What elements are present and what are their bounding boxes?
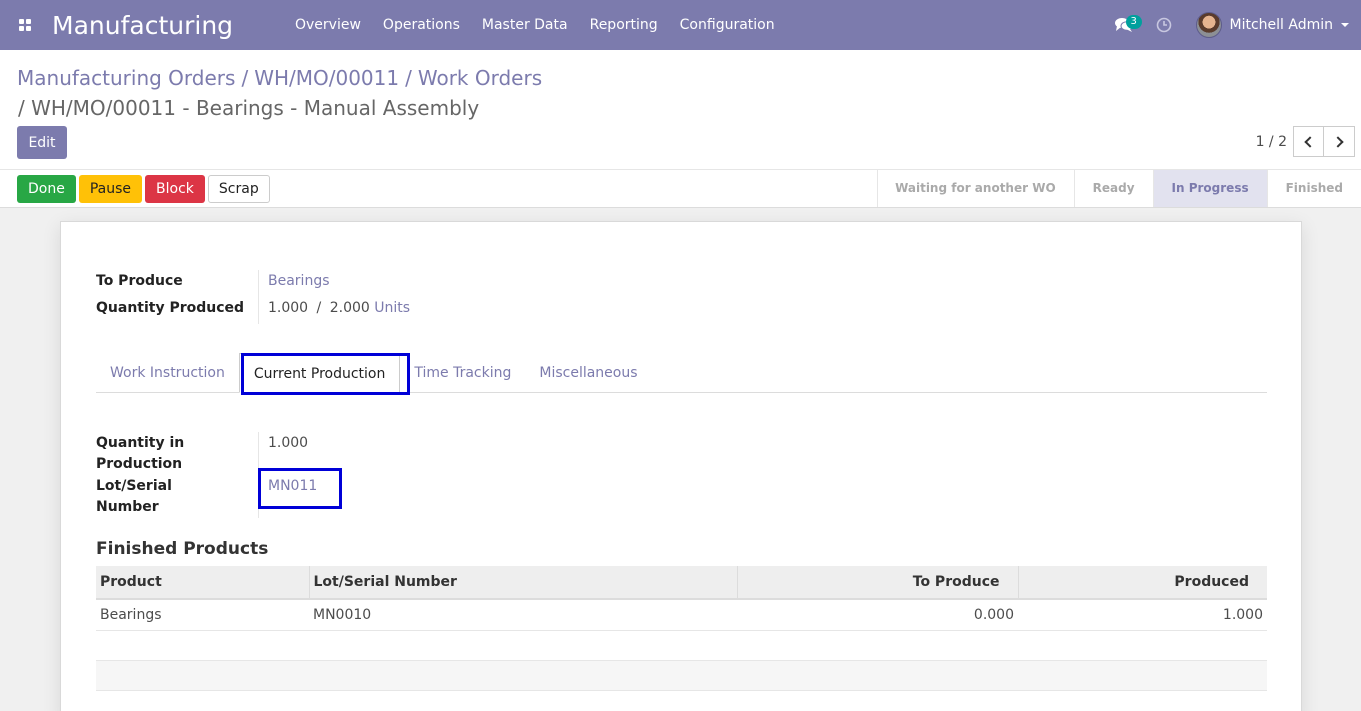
breadcrumb-current: / WH/MO/00011 - Bearings - Manual Assemb… [18, 96, 480, 120]
column-lot-serial[interactable]: Lot/Serial Number [308, 566, 737, 600]
menu-master-data[interactable]: Master Data [471, 0, 579, 50]
caret-down-icon [1341, 23, 1349, 27]
empty-row [96, 630, 1267, 661]
empty-row [96, 660, 1267, 691]
user-menu[interactable]: Mitchell Admin [1184, 12, 1361, 38]
lot-serial-label: Lot/Serial Number [96, 476, 172, 518]
quantity-produced-done: 1.000 [268, 300, 309, 316]
breadcrumb-work-orders[interactable]: Work Orders [418, 66, 542, 90]
stage-in-progress[interactable]: In Progress [1152, 170, 1267, 207]
tab-miscellaneous[interactable]: Miscellaneous [525, 353, 651, 393]
pause-button[interactable]: Pause [78, 175, 143, 203]
quantity-in-production-label-line2: Production [96, 456, 183, 472]
table-header-row: Product Lot/Serial Number To Produce Pro… [96, 566, 1267, 600]
menu-overview[interactable]: Overview [284, 0, 372, 50]
activity-button[interactable] [1144, 0, 1184, 50]
messages-count-badge: 3 [1125, 15, 1142, 29]
column-produced[interactable]: Produced [1017, 566, 1267, 600]
user-avatar [1195, 12, 1222, 38]
menu-configuration[interactable]: Configuration [669, 0, 786, 50]
messages-button[interactable]: 3 [1104, 0, 1144, 50]
to-produce-value[interactable]: Bearings [268, 271, 330, 292]
lot-serial-label-line2: Number [96, 499, 159, 515]
quantity-produced-label: Quantity Produced [96, 300, 245, 316]
breadcrumb-mo[interactable]: WH/MO/00011 [254, 66, 399, 90]
main-menu: Overview Operations Master Data Reportin… [284, 0, 786, 50]
form-statusbar: Done Pause Block Scrap Waiting for anoth… [0, 170, 1361, 208]
pager-previous-button[interactable] [1293, 126, 1324, 157]
cell-produced: 1.000 [1018, 599, 1267, 631]
cell-to-produce: 0.000 [737, 599, 1018, 631]
cell-product: Bearings [96, 599, 309, 631]
quantity-in-production-label: Quantity in Production [96, 433, 184, 475]
highlight-box-tab [241, 353, 410, 395]
edit-button[interactable]: Edit [17, 126, 67, 159]
stage-waiting[interactable]: Waiting for another WO [877, 170, 1074, 207]
form-sheet: To Produce Bearings Quantity Produced 1.… [60, 221, 1302, 711]
breadcrumb: Manufacturing Orders / WH/MO/00011/Work Or… [17, 63, 542, 93]
action-buttons: Done Pause Block Scrap [17, 175, 270, 203]
pager-value[interactable]: 1 / 2 [1256, 134, 1287, 150]
finished-products-title: Finished Products [96, 539, 269, 559]
tab-time-tracking[interactable]: Time Tracking [400, 353, 525, 393]
field-divider [258, 270, 259, 324]
stage-ready[interactable]: Ready [1073, 170, 1153, 207]
column-to-produce[interactable]: To Produce [736, 566, 1018, 600]
pager-next-button[interactable] [1324, 126, 1355, 157]
menu-reporting[interactable]: Reporting [579, 0, 669, 50]
scrap-button[interactable]: Scrap [207, 175, 270, 203]
pager: 1 / 2 [1256, 126, 1355, 157]
finished-products-table: Product Lot/Serial Number To Produce Pro… [96, 566, 1267, 691]
block-button[interactable]: Block [145, 175, 205, 203]
app-title[interactable]: Manufacturing [52, 11, 284, 40]
to-produce-label: To Produce [96, 273, 183, 289]
chevron-left-icon [1304, 135, 1316, 148]
column-product[interactable]: Product [96, 566, 309, 600]
stage-finished[interactable]: Finished [1266, 170, 1361, 207]
menu-operations[interactable]: Operations [372, 0, 471, 50]
quantity-in-production-label-line1: Quantity in [96, 435, 185, 451]
breadcrumb-separator: / [405, 66, 412, 90]
chevron-right-icon [1331, 135, 1344, 148]
lot-serial-label-line1: Lot/Serial [96, 478, 172, 494]
quantity-uom[interactable]: Units [374, 300, 410, 316]
user-name: Mitchell Admin [1229, 17, 1334, 33]
stage-pipeline: Waiting for another WO Ready In Progress… [877, 170, 1361, 207]
clock-icon [1156, 17, 1171, 33]
table-row[interactable]: Bearings MN0010 0.000 1.000 [96, 599, 1267, 631]
tab-work-instruction[interactable]: Work Instruction [96, 353, 239, 393]
systray: 3 Mitchell Admin [1104, 0, 1361, 50]
quantity-separator: / [316, 300, 322, 316]
control-panel: Manufacturing Orders / WH/MO/00011/Work Or… [0, 50, 1361, 170]
quantity-in-production-value: 1.000 [268, 435, 309, 451]
top-navbar: Manufacturing Overview Operations Master… [0, 0, 1361, 50]
quantity-produced-value: 1.000 / 2.000 Units [268, 298, 410, 319]
cell-lot: MN0010 [309, 599, 737, 631]
done-button[interactable]: Done [17, 175, 76, 203]
breadcrumb-separator: / [241, 66, 249, 90]
highlight-box-lot [258, 468, 342, 509]
apps-grid-icon[interactable] [0, 0, 50, 50]
quantity-produced-total: 2.000 [329, 300, 370, 316]
breadcrumb-manufacturing-orders[interactable]: Manufacturing Orders [17, 66, 235, 90]
